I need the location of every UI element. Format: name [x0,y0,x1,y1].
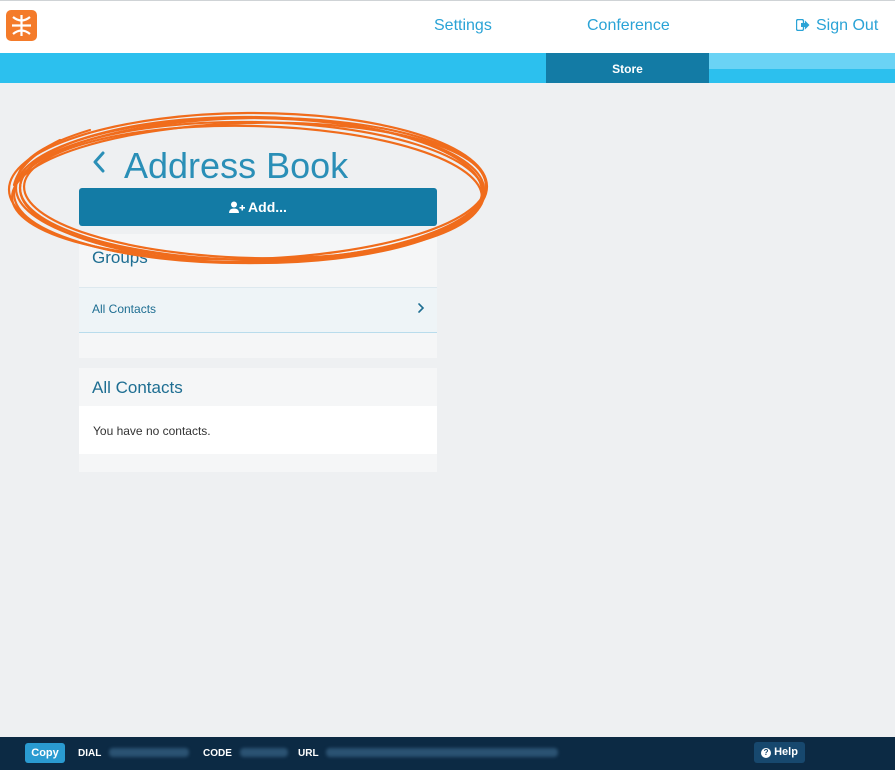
contacts-panel: All Contacts You have no contacts. [79,368,437,472]
help-icon: ? [761,748,772,758]
group-item-all-contacts[interactable]: All Contacts [79,287,437,333]
sign-out-label: Sign Out [816,17,879,34]
sub-nav-highlight [709,53,895,69]
copy-button[interactable]: Copy [25,743,65,763]
chevron-right-icon [417,301,425,319]
empty-contacts-message: You have no contacts. [93,424,211,438]
tab-store[interactable]: Store [546,53,709,83]
sign-out-icon [795,18,810,36]
help-label: Help [774,746,798,758]
contacts-title: All Contacts [92,378,183,397]
nav-conference[interactable]: Conference [587,17,670,35]
add-user-icon [229,190,246,228]
nav-sign-out[interactable]: Sign Out [795,17,879,36]
nav-settings[interactable]: Settings [434,17,492,35]
group-item-label: All Contacts [92,302,157,316]
add-button-label: Add... [248,199,287,215]
sub-nav-band [0,53,895,83]
code-redacted [240,748,288,757]
help-button[interactable]: ? Help [754,742,805,763]
footer-bar: Copy DIAL CODE URL ? Help [0,737,895,770]
url-label: URL [298,748,319,759]
page-title: Address Book [92,140,348,187]
contacts-list: You have no contacts. [79,406,437,454]
groups-title: Groups [92,248,148,267]
add-contact-button[interactable]: Add... [79,188,437,226]
code-label: CODE [203,748,232,759]
dial-number-redacted [109,748,189,757]
dial-label: DIAL [78,748,102,759]
url-redacted [326,748,558,757]
top-nav: Settings Conference Sign Out [0,0,895,53]
page-title-text: Address Book [124,145,349,186]
logo-icon[interactable] [6,10,37,41]
top-rule [0,0,895,1]
groups-panel: Groups All Contacts [79,234,437,358]
back-chevron-icon[interactable] [92,140,106,182]
